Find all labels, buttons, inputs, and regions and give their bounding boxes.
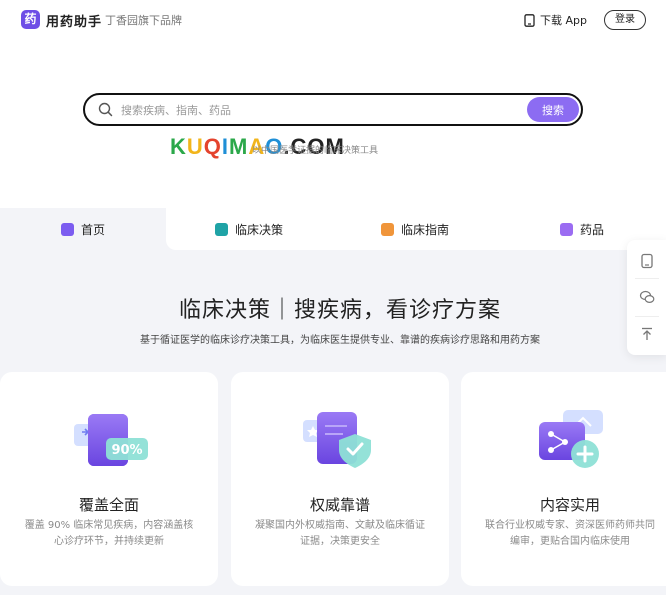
share-plus-icon [539,410,603,468]
watermark-letter: I [221,134,230,159]
tab-clinical-guide-label: 临床指南 [400,222,449,237]
search-button[interactable]: 搜索 [527,97,579,122]
header: 药 用药助手 丁香园旗下品牌 下载 App 登录 [0,0,666,40]
watermark-letter: U [186,134,204,159]
card-title: 权威靠谱 [309,496,370,514]
card-description: 凝聚国内外权威指南、文献及临床循证证据，决策更安全 [255,520,425,547]
back-to-top-icon[interactable] [639,326,655,342]
home-icon [60,222,74,236]
document-percent-icon: 90% [74,414,148,466]
watermark-letter: K [170,134,187,159]
shield-check-icon [303,412,371,468]
percent-badge: 90% [111,443,142,458]
card-description: 覆盖 90% 临床常见疾病，内容涵盖核心诊疗环节，并持续更新 [24,520,194,547]
download-app-label: 下载 App [540,14,587,27]
book-icon [380,222,394,236]
brand-name[interactable]: 用药助手 [46,11,102,30]
tab-home-label: 首页 [80,222,105,237]
feature-card-authority: 权威靠谱 凝聚国内外权威指南、文献及临床循证证据，决策更安全 [231,372,449,586]
toolbar-divider [635,316,659,317]
watermark-letter: Q [203,134,222,159]
tagline: 以中国医学证据的临床决策工具 [252,146,379,156]
search-bar: 搜索 [83,93,583,126]
login-button[interactable]: 登录 [604,10,646,30]
feature-card-practical: 内容实用 联合行业权威专家、资深医师药师共同编审，更贴合国内临床使用 [461,372,666,586]
floating-toolbar [627,240,666,355]
watermark-letter: M [229,134,249,159]
pill-box-icon [559,222,573,236]
tab-clinical-decision-label: 临床决策 [234,222,283,237]
card-title: 内容实用 [539,496,600,514]
card-title: 覆盖全面 [78,496,139,514]
toolbar-divider [635,278,659,279]
tab-drugs-label: 药品 [579,222,604,237]
tablet-icon [524,13,535,27]
section-subtitle: 基于循证医学的临床诊疗决策工具，为临床医生提供专业、靠谱的疾病诊疗思路和用药方案 [140,335,540,346]
tab-home[interactable]: 首页 [0,208,166,250]
wechat-icon[interactable] [639,289,655,305]
feature-card-coverage: 90% 覆盖全面 覆盖 90% 临床常见疾病，内容涵盖核心诊疗环节，并持续更新 [0,372,218,586]
section-title: 临床决策｜搜疾病，看诊疗方案 [178,298,501,323]
search-icon [98,102,113,117]
tab-clinical-decision[interactable]: 临床决策 [166,208,332,250]
brand-subtitle: 丁香园旗下品牌 [105,14,182,27]
card-description: 联合行业权威专家、资深医师药师共同编审，更贴合国内临床使用 [485,520,655,547]
briefcase-icon [214,222,228,236]
tab-clinical-guide[interactable]: 临床指南 [332,208,498,250]
download-app-link[interactable]: 下载 App [524,12,587,28]
tablet-icon[interactable] [639,253,655,269]
search-input[interactable] [121,100,521,120]
logo-icon[interactable]: 药 [21,10,40,29]
